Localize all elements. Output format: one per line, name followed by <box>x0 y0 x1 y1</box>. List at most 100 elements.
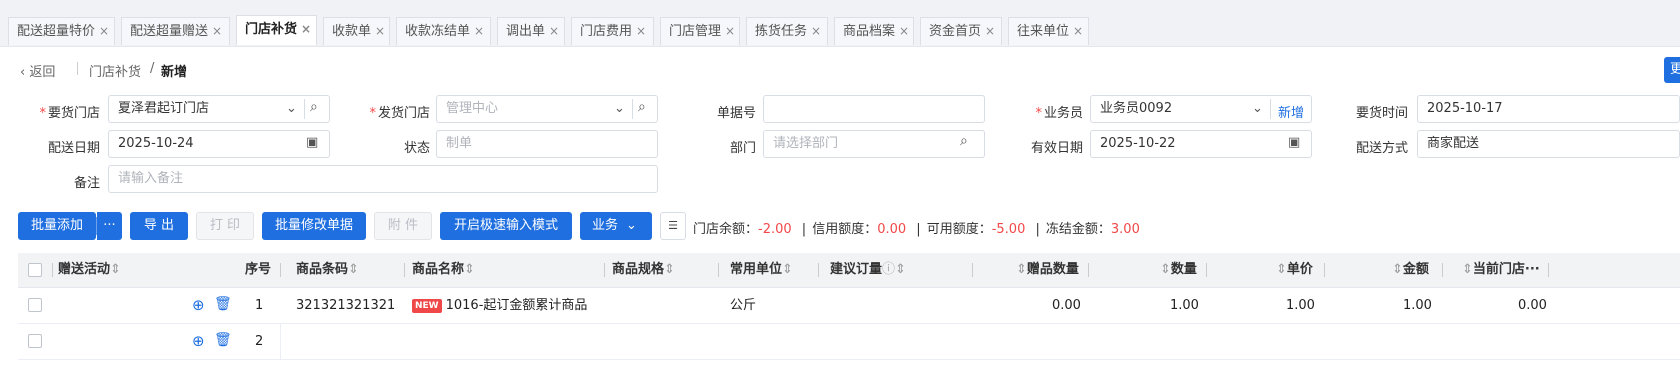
batch-add-button[interactable]: 批量添加 <box>18 212 96 240</box>
col-name[interactable]: 商品名称⇕ <box>412 253 475 287</box>
close-icon[interactable]: × <box>549 24 559 38</box>
tab-item[interactable]: 往来单位 × <box>1008 17 1089 45</box>
business-dropdown-button[interactable]: 业务 ⌄ <box>580 212 652 240</box>
dept-select[interactable]: 请选择部门 <box>763 130 985 158</box>
breadcrumb-parent[interactable]: 门店补货 <box>89 61 141 80</box>
breadcrumb-current: 新增 <box>161 65 188 80</box>
col-spec[interactable]: 商品规格⇕ <box>612 253 675 287</box>
search-icon[interactable]: ⌕ <box>310 99 318 115</box>
col-suggest[interactable]: 建议订量ⓘ⇕ <box>830 253 906 287</box>
status-input: 制单 <box>436 130 658 158</box>
close-icon[interactable]: × <box>212 24 222 38</box>
close-icon[interactable]: × <box>811 24 821 38</box>
delete-row-icon[interactable]: 🗑 <box>214 296 232 312</box>
cell-barcode: 321321321321 <box>296 298 396 313</box>
back-link[interactable]: ‹ 返回 <box>20 61 55 80</box>
ship-date-label: 配送日期 <box>47 141 100 156</box>
cell-price[interactable]: 1.00 <box>1286 288 1315 323</box>
col-barcode[interactable]: 商品条码⇕ <box>296 253 359 287</box>
col-gift[interactable]: 赠送活动⇕ <box>58 253 121 287</box>
cell-amount[interactable]: 1.00 <box>1403 288 1432 323</box>
tab-label: 调出单 <box>506 24 546 39</box>
add-row-icon[interactable]: ⊕ <box>192 296 205 314</box>
row-checkbox[interactable] <box>28 334 42 348</box>
close-icon[interactable]: × <box>1073 24 1083 38</box>
col-current-store[interactable]: ⇕当前门店··· <box>1462 253 1540 287</box>
doc-no-input[interactable] <box>763 95 985 123</box>
ship-date-input[interactable]: 2025-10-24 <box>108 130 330 158</box>
search-icon[interactable]: ⌕ <box>960 133 968 149</box>
tab-item[interactable]: 配送超量特价 × <box>8 17 115 45</box>
req-time-input[interactable]: 2025-10-17 <box>1417 95 1680 123</box>
calendar-icon[interactable]: ▣ <box>306 135 318 150</box>
tab-item[interactable]: 门店管理 × <box>660 17 740 45</box>
select-all-checkbox[interactable] <box>28 263 42 277</box>
col-unit[interactable]: 常用单位⇕ <box>730 253 793 287</box>
tab-item[interactable]: 收款冻结单 × <box>396 17 491 45</box>
tab-label: 商品档案 <box>843 24 896 39</box>
export-button[interactable]: 导 出 <box>130 212 188 240</box>
column-settings-icon[interactable]: ☰ <box>660 212 686 240</box>
tab-label: 配送超量特价 <box>17 24 96 39</box>
tab-label: 门店费用 <box>580 24 633 39</box>
chevron-down-icon: ⌄ <box>626 218 637 233</box>
close-icon[interactable]: × <box>899 24 909 38</box>
close-icon[interactable]: × <box>301 22 311 36</box>
col-amount[interactable]: ⇕金额 <box>1392 253 1429 287</box>
chevron-down-icon[interactable]: ⌄ <box>286 101 297 116</box>
col-seq: 序号 <box>245 262 272 277</box>
tab-label: 配送超量赠送 <box>130 24 209 39</box>
close-icon[interactable]: × <box>985 24 995 38</box>
add-salesman-link[interactable]: 新增 <box>1278 102 1304 121</box>
more-actions-button[interactable]: 更 <box>1664 57 1680 83</box>
table-header: 赠送活动⇕ 序号 商品条码⇕ 商品名称⇕ 商品规格⇕ 常用单位⇕ 建议订量ⓘ⇕ … <box>18 253 1680 288</box>
chevron-down-icon[interactable]: ⌄ <box>614 101 625 116</box>
tab-label: 门店管理 <box>669 24 722 39</box>
valid-date-input[interactable]: 2025-10-22 <box>1090 130 1312 158</box>
help-icon: ⓘ <box>882 262 896 277</box>
tab-item[interactable]: 收款单 × <box>323 17 390 45</box>
chevron-down-icon[interactable]: ⌄ <box>1252 101 1263 116</box>
credit-limit: 0.00 <box>877 222 907 237</box>
status-label: 状态 <box>403 141 430 156</box>
tab-label: 资金首页 <box>929 24 982 39</box>
tab-item[interactable]: 拣货任务 × <box>746 17 828 45</box>
chevron-left-icon: ‹ <box>20 65 30 80</box>
col-qty[interactable]: ⇕数量 <box>1160 253 1197 287</box>
tab-item[interactable]: 资金首页 × <box>920 17 1002 45</box>
batch-add-more-button[interactable]: ··· <box>97 212 122 240</box>
close-icon[interactable]: × <box>99 24 109 38</box>
batch-edit-button[interactable]: 批量修改单据 <box>262 212 366 240</box>
tab-label: 拣货任务 <box>755 24 808 39</box>
cell-seq: 1 <box>255 298 264 313</box>
close-icon[interactable]: × <box>474 24 484 38</box>
table-row[interactable]: ⊕ 🗑 1 321321321321 NEW 1016-起订金额累计商品 公斤 0… <box>18 288 1680 324</box>
fast-input-mode-button[interactable]: 开启极速输入模式 <box>440 212 572 240</box>
tab-item[interactable]: 配送超量赠送 × <box>121 17 230 45</box>
add-row-icon[interactable]: ⊕ <box>192 332 205 350</box>
field-divider <box>304 99 305 119</box>
tab-item[interactable]: 调出单 × <box>497 17 565 45</box>
dept-label: 部门 <box>729 141 756 156</box>
tab-item[interactable]: 门店补货 × <box>236 15 317 45</box>
close-icon[interactable]: × <box>375 24 385 38</box>
cell-divider <box>280 324 281 359</box>
col-gift-qty[interactable]: ⇕赠品数量 <box>1016 253 1079 287</box>
close-icon[interactable]: × <box>636 24 646 38</box>
search-icon[interactable]: ⌕ <box>638 99 646 115</box>
close-icon[interactable]: × <box>725 24 735 38</box>
valid-date-label: 有效日期 <box>1030 141 1083 156</box>
tab-item[interactable]: 商品档案 × <box>834 17 914 45</box>
delete-row-icon[interactable]: 🗑 <box>214 332 232 348</box>
ship-store-label: * 发货门店 <box>369 106 430 121</box>
table-row[interactable]: ⊕ 🗑 2 <box>18 324 1680 360</box>
col-price[interactable]: ⇕单价 <box>1276 253 1313 287</box>
cell-qty[interactable]: 1.00 <box>1170 288 1199 323</box>
calendar-icon[interactable]: ▣ <box>1288 135 1300 150</box>
tab-item[interactable]: 门店费用 × <box>571 17 654 45</box>
cell-gift-qty[interactable]: 0.00 <box>1052 288 1081 323</box>
ship-mode-select[interactable]: 商家配送 <box>1417 130 1680 158</box>
remark-input[interactable]: 请输入备注 <box>108 165 658 193</box>
row-checkbox[interactable] <box>28 298 42 312</box>
frozen-amount: 3.00 <box>1110 222 1140 237</box>
